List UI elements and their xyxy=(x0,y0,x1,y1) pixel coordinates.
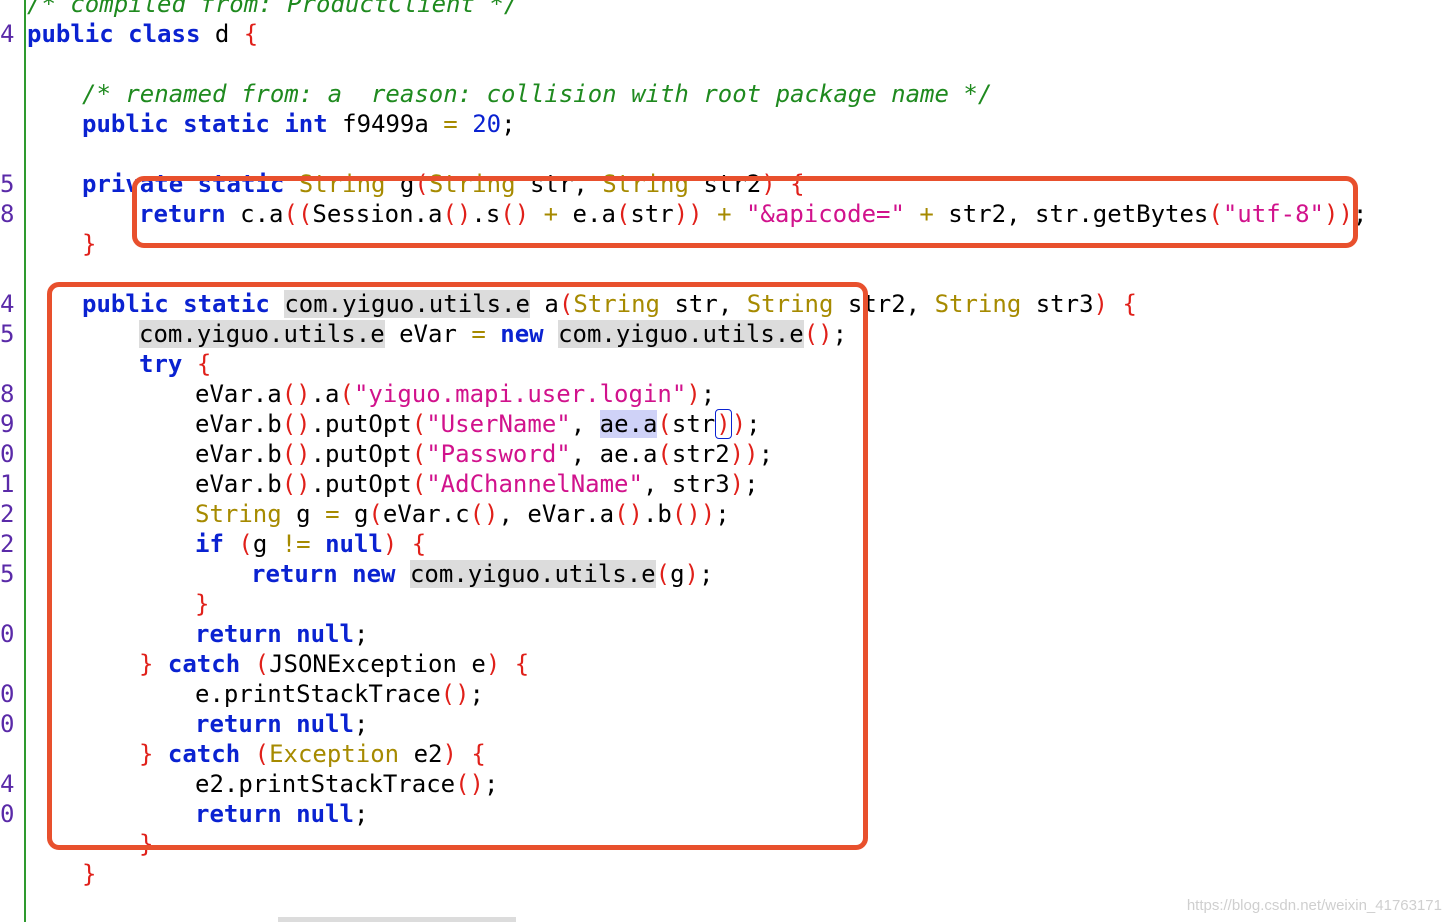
keyword: class xyxy=(128,20,201,48)
code-editor[interactable]: 4 5 8 4 5 8 9 0 1 2 2 5 0 0 0 4 0 /* com… xyxy=(0,0,1450,922)
gutter-line-number: 2 xyxy=(0,500,15,528)
keyword: int xyxy=(284,110,328,138)
brace: } xyxy=(82,860,97,888)
gutter-line-number: 0 xyxy=(0,800,15,828)
code-line-rename-comment[interactable]: /* renamed from: a reason: collision wit… xyxy=(82,79,992,109)
highlight-box-signature-return xyxy=(132,176,1358,248)
gutter-line-number: 8 xyxy=(0,200,15,228)
operator: = xyxy=(443,110,458,138)
gutter-line-number: 4 xyxy=(0,290,15,318)
horizontal-scrollbar-thumb[interactable] xyxy=(278,917,516,922)
gutter-line-number: 8 xyxy=(0,380,15,408)
gutter-line-number: 0 xyxy=(0,440,15,468)
highlight-box-login-method xyxy=(47,282,868,850)
code-line-class-comment[interactable]: /* compiled from: ProductClient */ xyxy=(27,0,518,19)
gutter-line-number: 5 xyxy=(0,320,15,348)
paren: ) xyxy=(1093,290,1108,318)
gutter-line-number: 5 xyxy=(0,560,15,588)
gutter-line-number: 5 xyxy=(0,170,15,198)
field-name: f9499a xyxy=(342,110,429,138)
gutter-line-number: 0 xyxy=(0,680,15,708)
brace: } xyxy=(82,230,97,258)
gutter-line-number: 0 xyxy=(0,710,15,738)
keyword: public xyxy=(82,110,169,138)
gutter-line-number: 0 xyxy=(0,620,15,648)
gutter-line-number: 1 xyxy=(0,470,15,498)
semicolon: ; xyxy=(501,110,516,138)
watermark-text: https://blog.csdn.net/weixin_41763171 xyxy=(1186,897,1442,914)
type-name: String xyxy=(934,290,1022,318)
gutter-line-number: 4 xyxy=(0,770,15,798)
code-line-close-brace[interactable]: } xyxy=(82,859,96,889)
gutter-divider xyxy=(24,0,26,922)
keyword: static xyxy=(183,110,270,138)
gutter-line-number: 2 xyxy=(0,530,15,558)
code-line-class-declaration[interactable]: public class d { xyxy=(27,19,258,49)
number-literal: 20 xyxy=(472,110,502,138)
brace: { xyxy=(1122,290,1137,318)
parameter: str3 xyxy=(1035,290,1094,318)
code-line-close-brace[interactable]: } xyxy=(82,229,96,259)
brace: { xyxy=(243,20,259,48)
code-line-field[interactable]: public static int f9499a = 20; xyxy=(82,109,516,139)
class-name: d xyxy=(214,20,230,48)
comment-text: /* renamed from: a reason: collision wit… xyxy=(82,80,993,108)
gutter-line-number: 9 xyxy=(0,410,15,438)
gutter-line-number: 4 xyxy=(0,20,15,48)
keyword: public xyxy=(27,20,114,48)
comment-text: /* compiled from: ProductClient */ xyxy=(27,0,519,18)
